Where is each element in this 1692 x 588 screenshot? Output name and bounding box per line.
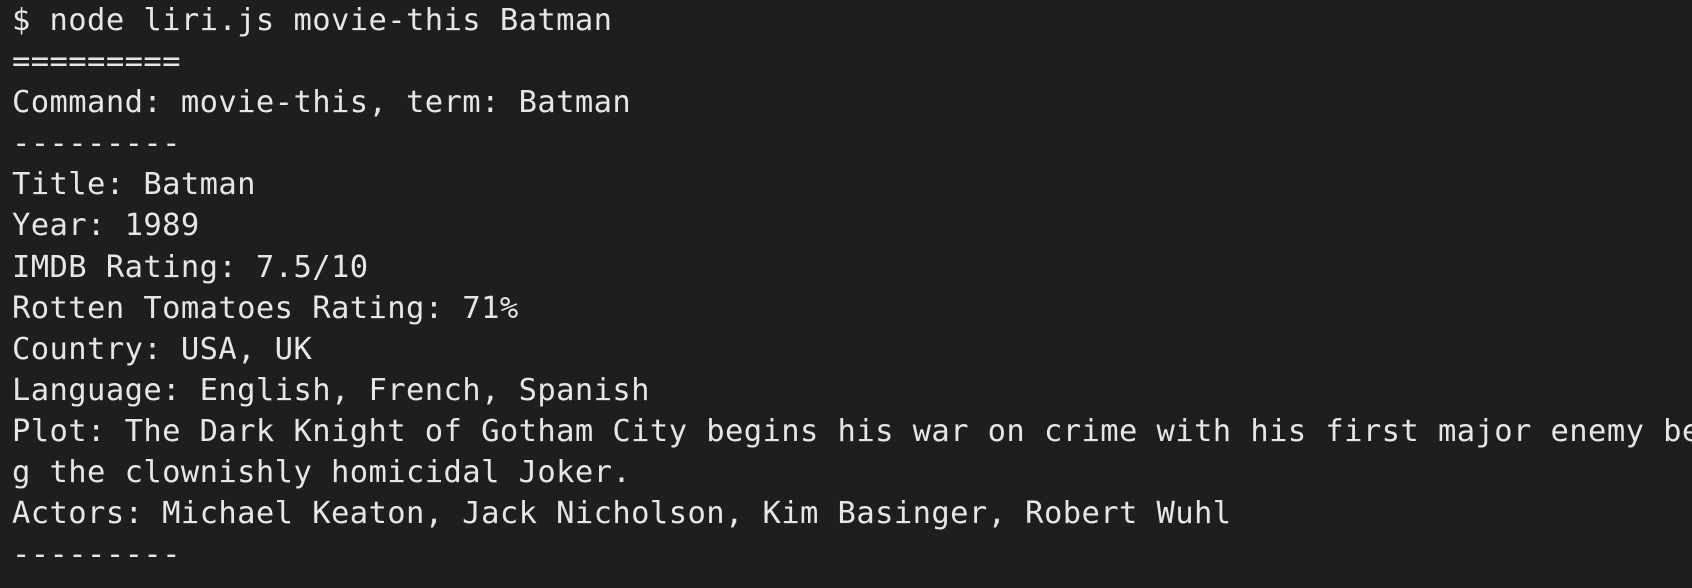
country-line: Country: USA, UK	[12, 331, 313, 367]
terminal-output[interactable]: $ node liri.js movie-this Batman =======…	[0, 0, 1692, 588]
separator-line: =========	[12, 44, 181, 80]
language-line: Language: English, French, Spanish	[12, 372, 650, 408]
divider-line-end: ---------	[12, 537, 181, 573]
rotten-tomatoes-rating-line: Rotten Tomatoes Rating: 71%	[12, 290, 519, 326]
imdb-rating-line: IMDB Rating: 7.5/10	[12, 249, 369, 285]
actors-line: Actors: Michael Keaton, Jack Nicholson, …	[12, 496, 1232, 532]
movie-title-line: Title: Batman	[12, 167, 256, 203]
command-info-line: Command: movie-this, term: Batman	[12, 85, 632, 121]
plot-line: Plot: The Dark Knight of Gotham City beg…	[12, 413, 1692, 449]
movie-year-line: Year: 1989	[12, 208, 200, 244]
command-prompt-line: $ node liri.js movie-this Batman	[12, 3, 613, 38]
plot-continuation-line: g the clownishly homicidal Joker.	[12, 455, 632, 491]
divider-line: ---------	[12, 126, 181, 162]
